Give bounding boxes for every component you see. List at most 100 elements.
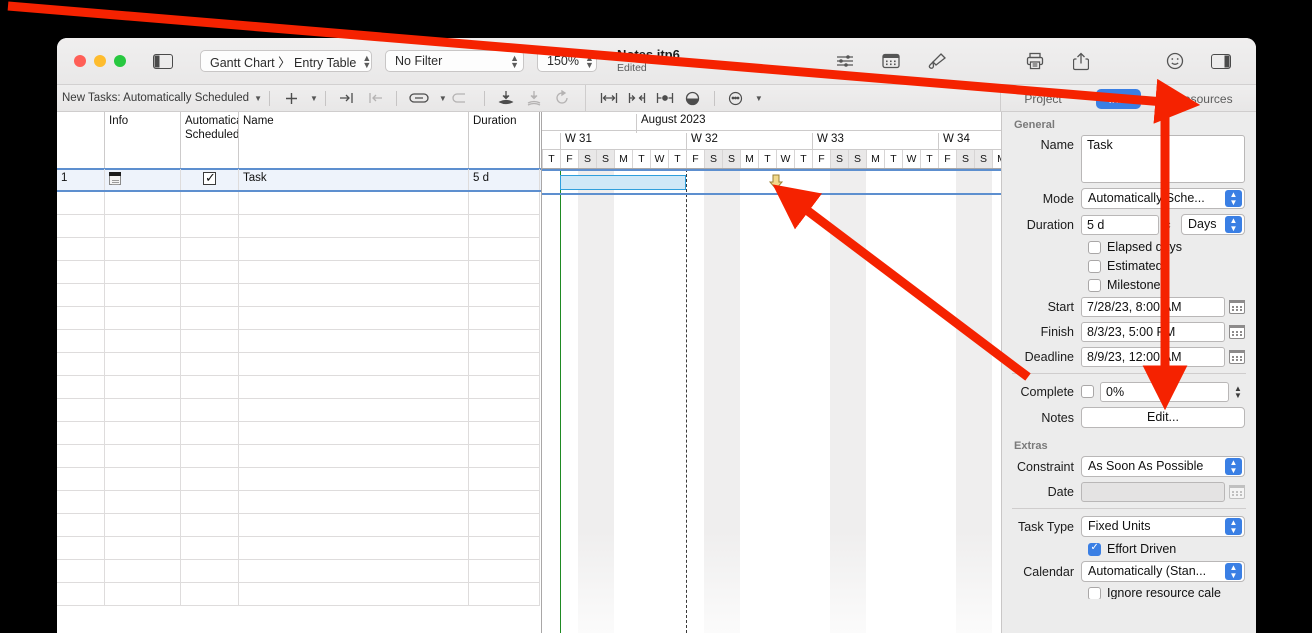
table-cell[interactable] (469, 192, 540, 215)
duration-input[interactable]: 5 d (1081, 214, 1159, 235)
table-cell[interactable] (239, 399, 469, 422)
table-cell[interactable] (57, 468, 105, 491)
table-cell[interactable] (239, 583, 469, 606)
calendar-icon[interactable] (868, 53, 914, 69)
table-row[interactable] (57, 399, 541, 422)
table-cell[interactable] (181, 192, 239, 215)
table-cell[interactable] (181, 284, 239, 307)
table-cell[interactable] (105, 376, 181, 399)
table-cell[interactable] (181, 537, 239, 560)
table-cell[interactable] (105, 537, 181, 560)
insert-below-icon[interactable] (523, 89, 545, 107)
table-cell[interactable] (181, 353, 239, 376)
chevron-down-icon[interactable]: ▼ (310, 94, 318, 103)
table-row[interactable] (57, 284, 541, 307)
table-cell[interactable] (57, 284, 105, 307)
table-row[interactable] (57, 491, 541, 514)
table-cell[interactable] (181, 376, 239, 399)
deadline-input[interactable]: 8/9/23, 12:00 AM (1081, 347, 1225, 367)
field-estimated[interactable]: Estimated (1088, 259, 1256, 273)
duration-unit-select[interactable]: Days ▲ ▼ (1181, 214, 1245, 235)
table-cell[interactable] (105, 192, 181, 215)
estimated-checkbox[interactable] (1088, 259, 1101, 273)
table-cell[interactable] (57, 330, 105, 353)
table-cell[interactable] (57, 491, 105, 514)
start-input[interactable]: 7/28/23, 8:00 AM (1081, 297, 1225, 317)
table-cell[interactable] (181, 445, 239, 468)
indent-icon[interactable] (336, 89, 358, 107)
calendar-icon[interactable] (1229, 350, 1245, 364)
column-header-rownum[interactable] (57, 112, 105, 168)
column-header-info[interactable]: Info (105, 112, 181, 168)
table-row[interactable] (57, 468, 541, 491)
table-cell[interactable] (57, 307, 105, 330)
table-cell[interactable] (469, 583, 540, 606)
table-cell[interactable] (239, 261, 469, 284)
field-effort-driven[interactable]: Effort Driven (1088, 542, 1256, 556)
table-cell[interactable] (105, 353, 181, 376)
table-row[interactable] (57, 560, 541, 583)
table-cell[interactable] (105, 468, 181, 491)
gantt-chart[interactable]: August 2023 W 31 W 32 W 33 W 34 TFSSMTWT… (541, 112, 1001, 633)
table-cell[interactable] (469, 537, 540, 560)
table-row[interactable] (57, 537, 541, 560)
unlink-tasks-icon[interactable] (450, 89, 474, 107)
table-cell[interactable] (181, 583, 239, 606)
table-cell[interactable] (57, 537, 105, 560)
table-cell[interactable] (57, 238, 105, 261)
table-cell[interactable] (181, 422, 239, 445)
table-cell[interactable] (105, 261, 181, 284)
fit-width-icon[interactable] (598, 89, 620, 107)
filter-popup[interactable]: No Filter ▲ ▼ (385, 50, 524, 72)
zoom-popup[interactable]: 150% ▲ ▼ (537, 50, 597, 72)
table-row[interactable] (57, 376, 541, 399)
chevron-down-icon[interactable]: ▼ (755, 94, 763, 103)
zoom-in-icon[interactable] (654, 89, 676, 107)
field-milestone[interactable]: Milestone (1088, 278, 1256, 292)
table-cell[interactable] (469, 422, 540, 445)
table-row[interactable] (57, 261, 541, 284)
table-cell[interactable] (239, 422, 469, 445)
table-cell[interactable] (57, 376, 105, 399)
table-row[interactable] (57, 307, 541, 330)
table-row[interactable] (57, 422, 541, 445)
table-row[interactable] (57, 330, 541, 353)
table-cell[interactable] (469, 261, 540, 284)
zoom-out-icon[interactable] (626, 89, 648, 107)
name-input[interactable]: Task (1081, 135, 1245, 183)
table-cell[interactable] (57, 514, 105, 537)
table-cell[interactable] (181, 215, 239, 238)
table-cell[interactable] (57, 192, 105, 215)
row-scheduled-cell[interactable] (181, 169, 239, 192)
table-cell[interactable] (469, 353, 540, 376)
table-cell[interactable] (105, 238, 181, 261)
table-cell[interactable] (239, 307, 469, 330)
field-elapsed-days[interactable]: Elapsed days (1088, 240, 1256, 254)
table-cell[interactable] (181, 330, 239, 353)
minimize-button[interactable] (94, 55, 106, 67)
task-type-select[interactable]: Fixed Units ▲ ▼ (1081, 516, 1245, 537)
table-cell[interactable] (57, 261, 105, 284)
column-header-duration[interactable]: Duration (469, 112, 540, 168)
table-cell[interactable] (469, 491, 540, 514)
table-row[interactable] (57, 445, 541, 468)
table-cell[interactable] (181, 491, 239, 514)
tab-project[interactable]: Project (1012, 89, 1073, 109)
half-circle-icon[interactable] (682, 89, 704, 107)
table-cell[interactable] (181, 261, 239, 284)
settings-sliders-icon[interactable] (822, 53, 868, 69)
chevron-down-icon[interactable]: ▼ (439, 94, 447, 103)
notes-edit-button[interactable]: Edit... (1081, 407, 1245, 428)
table-cell[interactable] (469, 560, 540, 583)
print-icon[interactable] (1012, 52, 1058, 70)
table-cell[interactable] (181, 514, 239, 537)
new-tasks-mode-label[interactable]: New Tasks: Automatically Scheduled (62, 92, 249, 104)
column-header-name[interactable]: Name (239, 112, 469, 168)
table-cell[interactable] (239, 192, 469, 215)
table-cell[interactable] (181, 399, 239, 422)
automatically-scheduled-checkbox[interactable] (203, 170, 216, 186)
table-cell[interactable] (469, 468, 540, 491)
calendar-icon[interactable] (1229, 300, 1245, 314)
table-cell[interactable] (469, 330, 540, 353)
close-button[interactable] (74, 55, 86, 67)
